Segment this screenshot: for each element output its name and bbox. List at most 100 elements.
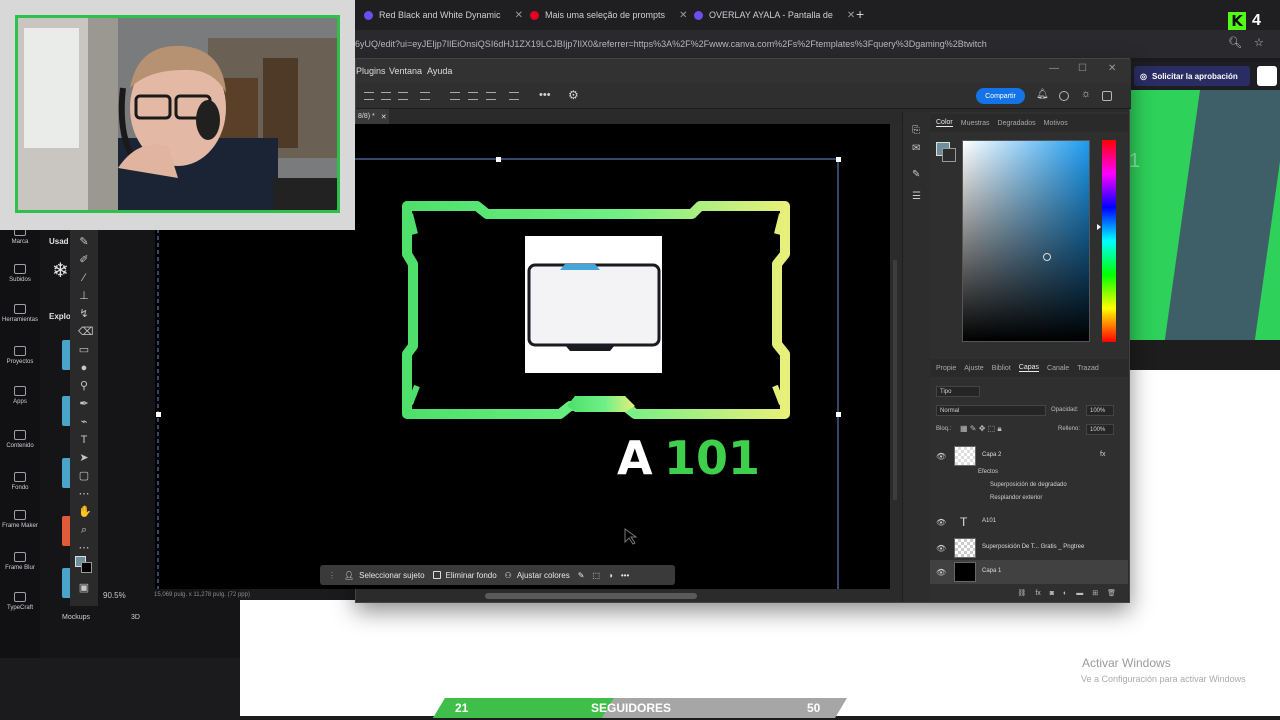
- eyedropper-tool-icon[interactable]: ✎: [78, 236, 90, 248]
- fill-field[interactable]: 100%: [1086, 424, 1114, 435]
- remove-background-button[interactable]: Eliminar fondo: [432, 571, 497, 580]
- select-subject-button[interactable]: 👤︎ Seleccionar sujeto: [344, 571, 425, 580]
- layer-row-selected[interactable]: 👁︎ Capa 1: [930, 560, 1128, 584]
- sidebar-item-apps[interactable]: Apps: [0, 386, 40, 405]
- healing-tool-icon[interactable]: ✐: [78, 254, 90, 266]
- stamp-tool-icon[interactable]: ⊥: [78, 290, 90, 302]
- zoom-tool-icon[interactable]: ⌕: [78, 524, 90, 536]
- dodge-tool-icon[interactable]: ⚲: [78, 380, 90, 392]
- new-layer-icon[interactable]: ⊞: [1092, 589, 1098, 597]
- history-icon[interactable]: ⎘: [912, 126, 922, 136]
- layer-filter-select[interactable]: Tipo: [936, 386, 980, 397]
- menu-ayuda[interactable]: Ayuda: [427, 66, 452, 76]
- sidebar-item-frame-maker[interactable]: Frame Maker: [0, 510, 40, 529]
- zoom-icon[interactable]: 🔍︎: [1228, 36, 1242, 49]
- new-tab-icon[interactable]: +: [856, 6, 864, 22]
- search-icon[interactable]: [1059, 91, 1069, 101]
- sidebar-item-typecraft[interactable]: TypeCraft: [0, 592, 40, 611]
- menu-plugins[interactable]: Plugins: [356, 66, 386, 76]
- close-icon[interactable]: ✕: [1108, 63, 1116, 74]
- document-tab[interactable]: 8/8) * ✕: [356, 109, 389, 125]
- align-bottom-icon[interactable]: [486, 92, 496, 100]
- bookmark-star-icon[interactable]: ☆: [1254, 36, 1264, 49]
- history-brush-icon[interactable]: ↯: [78, 308, 90, 320]
- hue-slider[interactable]: [1102, 140, 1116, 342]
- close-icon[interactable]: ✕: [515, 10, 523, 21]
- sidebar-item-proyectos[interactable]: Proyectos: [0, 346, 40, 365]
- adjustments-icon[interactable]: ☰: [912, 192, 922, 202]
- gear-icon[interactable]: ⚙: [568, 88, 579, 102]
- type-tool-icon[interactable]: T: [78, 434, 90, 446]
- sidebar-item-frame-blur[interactable]: Frame Blur: [0, 552, 40, 571]
- tab-color[interactable]: Color: [936, 119, 953, 127]
- vertical-scrollbar[interactable]: [893, 260, 897, 500]
- close-icon[interactable]: ✕: [679, 10, 687, 21]
- align-top-icon[interactable]: [450, 92, 460, 100]
- share-button[interactable]: Compartir: [976, 88, 1025, 104]
- notification-bell-icon[interactable]: 🔔︎: [1036, 89, 1049, 100]
- quick-mask-icon[interactable]: ▣: [78, 582, 90, 594]
- pen-curve-icon[interactable]: ⌁: [78, 416, 90, 428]
- path-select-icon[interactable]: ➤: [78, 452, 90, 464]
- distribute-vertical-icon[interactable]: [509, 92, 519, 100]
- effect-outer-glow[interactable]: Resplandor exterior: [990, 495, 1042, 501]
- background-swatch[interactable]: [942, 148, 956, 162]
- request-approval-button[interactable]: ◎ Solicitar la aprobación: [1134, 66, 1250, 86]
- brush-tool-icon[interactable]: ⁄: [78, 272, 90, 284]
- drag-handle-icon[interactable]: ⋮: [328, 571, 336, 580]
- brush-icon[interactable]: ✎: [578, 571, 585, 580]
- rectangle-tool-icon[interactable]: ▢: [78, 470, 90, 482]
- layer-row[interactable]: 👁︎ Capa 2 fx: [930, 444, 1128, 468]
- layer-row[interactable]: 👁︎ T A101: [930, 510, 1128, 534]
- hue-slider-handle[interactable]: [1097, 224, 1101, 230]
- group-folder-icon[interactable]: ▬: [1076, 590, 1083, 597]
- ellipsis-tool-icon[interactable]: ⋯: [78, 488, 90, 500]
- tab-swatches[interactable]: Muestras: [961, 120, 990, 127]
- sidebar-item-subidos[interactable]: Subidos: [0, 264, 40, 283]
- category-mockups[interactable]: Mockups: [62, 614, 90, 621]
- tab-paths[interactable]: Trazad: [1077, 365, 1099, 372]
- align-left-icon[interactable]: [364, 92, 374, 100]
- adjustment-layer-icon[interactable]: ◐: [1063, 590, 1067, 597]
- gradient-tool-icon[interactable]: ▭: [78, 344, 90, 356]
- visibility-eye-icon[interactable]: 👁︎: [936, 518, 946, 527]
- transform-icon[interactable]: ⬚: [592, 571, 600, 580]
- discover-icon[interactable]: ☼: [1081, 88, 1091, 100]
- align-center-icon[interactable]: [381, 92, 391, 100]
- tab-patterns[interactable]: Motivos: [1044, 120, 1068, 127]
- comments-icon[interactable]: ✉: [912, 144, 922, 154]
- snowflake-icon[interactable]: ❄: [52, 258, 69, 283]
- color-picker-field[interactable]: [962, 140, 1090, 342]
- trash-icon[interactable]: 🗑︎: [1107, 589, 1116, 597]
- visibility-eye-icon[interactable]: 👁︎: [936, 568, 946, 577]
- tab-layers[interactable]: Capas: [1018, 364, 1040, 372]
- effect-gradient-overlay[interactable]: Superposición de degradado: [990, 482, 1067, 488]
- fx-icon[interactable]: fx: [1100, 451, 1105, 458]
- canva-design-preview[interactable]: 1: [1130, 90, 1280, 370]
- close-icon[interactable]: ✕: [847, 10, 855, 21]
- tab-channels[interactable]: Canale: [1047, 365, 1069, 372]
- fx-icon[interactable]: fx: [1035, 590, 1040, 597]
- adjust-colors-button[interactable]: ⚇ Ajustar colores: [505, 571, 570, 580]
- sidebar-item-fondo[interactable]: Fondo: [0, 472, 40, 491]
- more-tools-icon[interactable]: ⋯: [78, 542, 90, 554]
- share-icon[interactable]: [1257, 66, 1277, 86]
- link-icon[interactable]: ⛓: [1017, 589, 1026, 597]
- visibility-eye-icon[interactable]: 👁︎: [936, 452, 946, 461]
- brush-settings-icon[interactable]: ✎: [912, 170, 922, 180]
- more-icon[interactable]: •••: [621, 571, 629, 580]
- visibility-eye-icon[interactable]: 👁︎: [936, 544, 946, 553]
- browser-tab-3[interactable]: OVERLAY AYALA - Pantalla de ✕: [694, 6, 855, 24]
- mask-icon[interactable]: ◙: [1050, 590, 1054, 597]
- contrast-icon[interactable]: ◑: [608, 571, 613, 580]
- lock-icons[interactable]: ▦ ✎ ✥ ⬚ 🔒︎: [960, 424, 1002, 434]
- menu-ventana[interactable]: Ventana: [389, 66, 422, 76]
- sidebar-item-herramientas[interactable]: Herramientas: [0, 304, 40, 323]
- hand-tool-icon[interactable]: ✋: [78, 506, 92, 518]
- pen-tool-icon[interactable]: ✒: [78, 398, 90, 410]
- more-options-icon[interactable]: •••: [539, 89, 551, 101]
- tab-gradients[interactable]: Degradados: [998, 120, 1036, 127]
- align-middle-icon[interactable]: [468, 92, 478, 100]
- workspace-icon[interactable]: [1102, 91, 1112, 101]
- maximize-icon[interactable]: ☐: [1078, 63, 1087, 74]
